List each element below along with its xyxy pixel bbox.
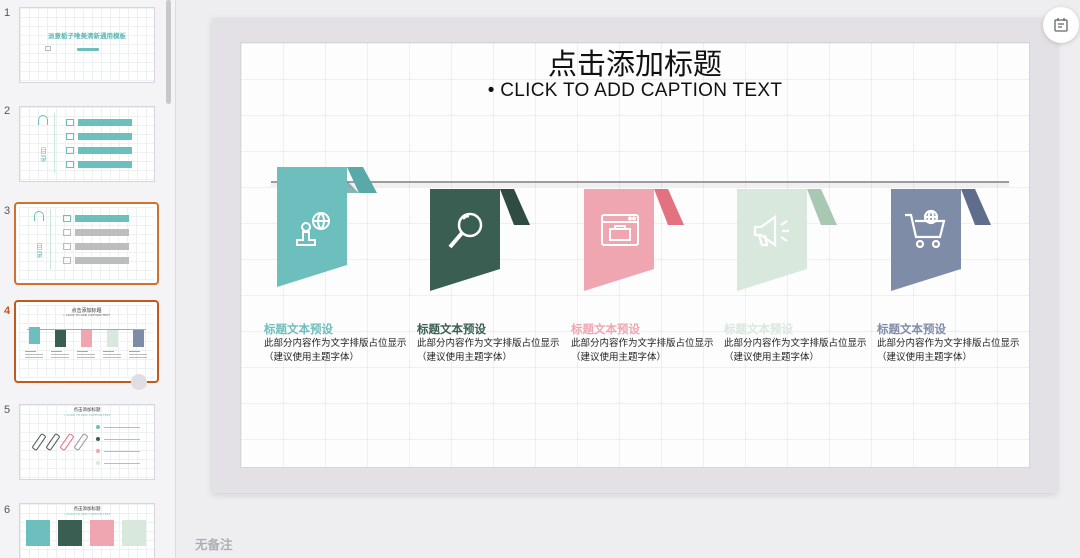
toc-row [63, 229, 129, 236]
stamp-globe-icon [291, 207, 335, 251]
text-line [104, 463, 140, 464]
thumbnail-toc-title: 目录 [40, 147, 47, 163]
thumbnail-canvas: 淡意栀子唯美清新通用模板 · · · · · · · · · · · · · ·… [20, 8, 154, 82]
slide-canvas[interactable]: 点击添加标题 • CLICK TO ADD CAPTION TEXT 标题文本预… [240, 42, 1030, 468]
arc-shape [34, 211, 44, 221]
arc-shape [38, 115, 48, 125]
slide-thumbnail-6[interactable]: 点击添加标题 • CLICK TO ADD CAPTION TEXT [19, 503, 155, 558]
item-body-5[interactable]: 此部分内容作为文字排版占位显示（建议使用主题字体） [877, 337, 1027, 365]
bottle-icon [59, 432, 75, 452]
text-line [104, 451, 140, 452]
notes-placeholder[interactable]: 无备注 [195, 534, 233, 553]
thumbnail-scrollbar[interactable] [166, 0, 172, 558]
slide-caption[interactable]: • CLICK TO ADD CAPTION TEXT [241, 80, 1029, 102]
item-title-1[interactable]: 标题文本预设 [264, 321, 333, 337]
text-line [104, 427, 140, 428]
shopping-cart-icon [903, 207, 949, 251]
slide-number: 5 [4, 404, 11, 416]
slide-thumbnail-4[interactable]: 点击添加标题 • CLICK TO ADD CAPTION TEXT [14, 300, 159, 383]
fit-to-window-button[interactable] [1043, 7, 1079, 43]
item-body-4[interactable]: 此部分内容作为文字排版占位显示（建议使用主题字体） [724, 337, 874, 365]
magnifier-icon [444, 209, 488, 253]
ribbon-flag-5[interactable] [891, 189, 1001, 299]
thumbnail-flag [81, 330, 92, 347]
thumbnail-card [58, 520, 82, 546]
toc-row [66, 119, 132, 126]
thumbnail-canvas: 目录 [19, 207, 154, 280]
thumbnail-subtitle: • CLICK TO ADD CAPTION TEXT [63, 413, 111, 417]
bullet-dot [96, 425, 100, 429]
toc-row [63, 243, 129, 250]
thumbnail-text [51, 351, 69, 359]
item-body-2[interactable]: 此部分内容作为文字排版占位显示（建议使用主题字体） [417, 337, 567, 365]
ribbon-flag-4[interactable] [737, 189, 847, 299]
item-body-1[interactable]: 此部分内容作为文字排版占位显示（建议使用主题字体） [264, 337, 414, 365]
item-title-3[interactable]: 标题文本预设 [571, 321, 640, 337]
browser-window-icon [600, 213, 640, 249]
slide-thumbnail-2[interactable]: 目录 [19, 106, 155, 182]
thumbnail-subtitle: • CLICK TO ADD CAPTION TEXT [63, 512, 111, 516]
ribbon-flag-2[interactable] [430, 189, 540, 299]
slide-thumbnail-pane[interactable]: 1 淡意栀子唯美清新通用模板 · · · · · · · · · · · · ·… [0, 0, 176, 558]
toc-row [66, 147, 132, 154]
thumbnail-subtitle: · · · · · · · · · · · · · · · · · · [70, 40, 104, 44]
toc-row [66, 133, 132, 140]
item-body-3[interactable]: 此部分内容作为文字排版占位显示（建议使用主题字体） [571, 337, 721, 365]
slide-number: 2 [4, 105, 11, 117]
slide-number: 6 [4, 504, 11, 516]
slide-thumbnail-5[interactable]: 点击添加标题 • CLICK TO ADD CAPTION TEXT [19, 404, 155, 480]
comment-badge-icon[interactable] [131, 374, 147, 390]
slide-editor-area[interactable]: 点击添加标题 • CLICK TO ADD CAPTION TEXT 标题文本预… [177, 0, 1080, 558]
fit-window-icon [1054, 18, 1068, 32]
slide-thumbnail-1[interactable]: 淡意栀子唯美清新通用模板 · · · · · · · · · · · · · ·… [19, 7, 155, 83]
thumbnail-text [103, 351, 121, 359]
timeline-line [271, 181, 1009, 183]
thumbnail-text [129, 351, 147, 359]
thumbnail-subtitle: • CLICK TO ADD CAPTION TEXT [63, 313, 110, 317]
thumbnail-canvas: 点击添加标题 • CLICK TO ADD CAPTION TEXT [19, 305, 154, 378]
slide-number-current: 4 [4, 305, 11, 317]
divider-line [54, 113, 55, 173]
bullet-dot [96, 461, 100, 465]
toc-row [63, 257, 129, 264]
thumbnail-canvas: 点击添加标题 • CLICK TO ADD CAPTION TEXT [20, 504, 154, 558]
thumbnail-toc-title: 目录 [36, 243, 43, 259]
bullet-dot [96, 437, 100, 441]
speaker-icon [45, 46, 51, 51]
slide-number: 3 [4, 205, 11, 217]
thumbnail-title: 淡意栀子唯美清新通用模板 [48, 32, 126, 40]
bottle-icon [73, 432, 89, 452]
bullet-dot [96, 449, 100, 453]
text-line [104, 439, 140, 440]
slide-number: 1 [4, 7, 11, 19]
thumbnail-flag [133, 330, 144, 347]
thumbnail-card [90, 520, 114, 546]
bottle-icon [31, 432, 47, 452]
thumbnail-card [26, 520, 50, 546]
thumbnail-button-shape [77, 48, 99, 51]
thumbnail-canvas: 点击添加标题 • CLICK TO ADD CAPTION TEXT [20, 405, 154, 479]
slide-thumbnail-3[interactable]: 目录 [14, 202, 159, 285]
thumbnail-card [122, 520, 146, 546]
ribbon-flag-1[interactable] [277, 167, 377, 287]
item-title-5[interactable]: 标题文本预设 [877, 321, 946, 337]
slide-title[interactable]: 点击添加标题 [241, 43, 1029, 83]
ribbon-flag-3[interactable] [584, 189, 694, 299]
item-title-4[interactable]: 标题文本预设 [724, 321, 793, 337]
thumbnail-flag [29, 327, 40, 344]
thumbnail-text [77, 351, 95, 359]
thumbnail-text [25, 351, 43, 359]
megaphone-icon [749, 211, 797, 251]
item-title-2[interactable]: 标题文本预设 [417, 321, 486, 337]
thumbnail-canvas: 目录 [20, 107, 154, 181]
scrollbar-thumb[interactable] [166, 0, 171, 104]
timeline-shadow [271, 183, 1009, 187]
bottle-icon [45, 432, 61, 452]
divider-line [50, 209, 51, 269]
toc-row [66, 161, 132, 168]
thumbnail-flag [107, 330, 118, 347]
toc-row [63, 215, 129, 222]
thumbnail-flag [55, 330, 66, 347]
